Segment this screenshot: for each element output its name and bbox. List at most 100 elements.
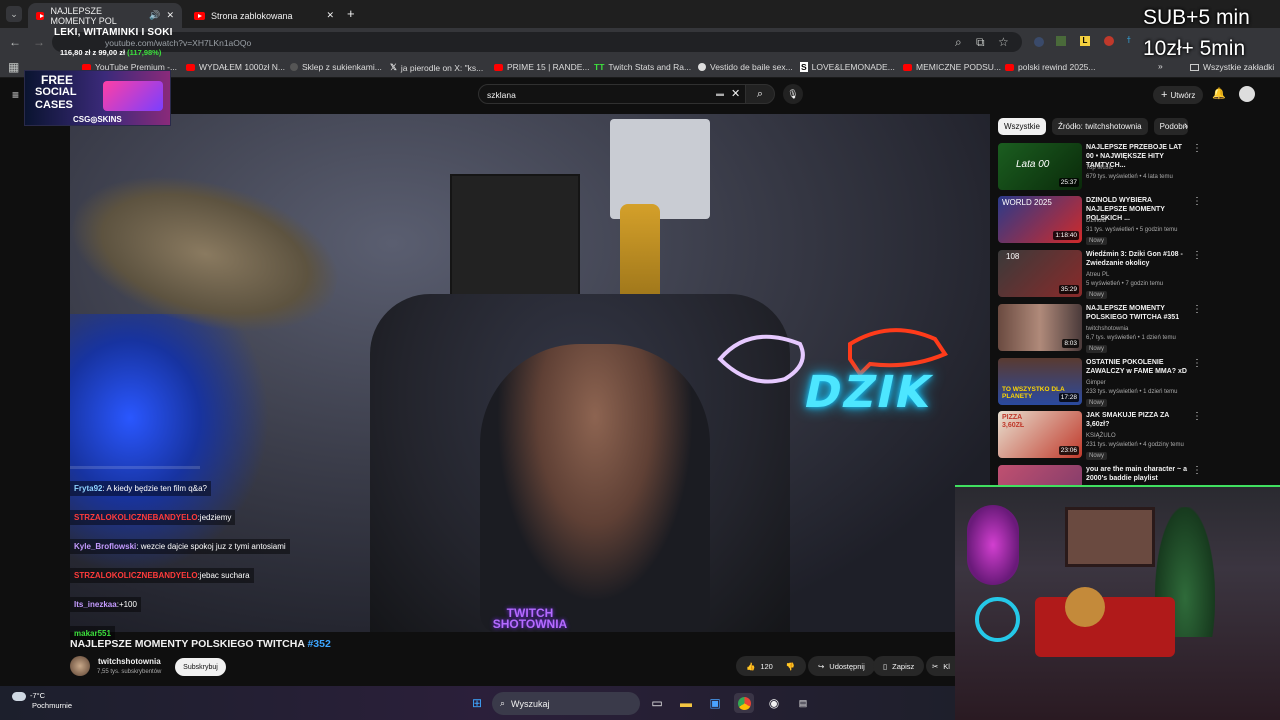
recommendation-item[interactable]: 108 35:29 Wiedźmin 3: Dziki Gon #108 - Zw… bbox=[998, 250, 1202, 304]
weather-widget[interactable]: -7°C Pochmurnie bbox=[12, 691, 72, 711]
video-title[interactable]: you are the main character ~ a 2000's ba… bbox=[1086, 465, 1190, 483]
recommendation-item[interactable]: 8:03 NAJLEPSZE MOMENTY POLSKIEGO TWITCHA… bbox=[998, 304, 1202, 358]
avatar[interactable] bbox=[1239, 86, 1255, 102]
url-text[interactable]: youtube.com/watch?v=XH7LKn1aOQo bbox=[105, 38, 251, 48]
more-options-icon[interactable]: ⋮ bbox=[1192, 411, 1202, 422]
store-icon[interactable]: ▣ bbox=[705, 693, 725, 713]
bookmark-item[interactable]: 𝕏ja pierodle on X: "ks... bbox=[390, 62, 483, 73]
subscribe-button[interactable]: Subskrybuj bbox=[175, 658, 226, 676]
like-count[interactable]: 120 bbox=[760, 662, 773, 671]
hashtag-link[interactable]: #352 bbox=[307, 638, 330, 650]
bookmark-item[interactable]: S LOVE&LEMONADE... bbox=[800, 62, 895, 72]
video-thumbnail[interactable]: TO WSZYSTKO DLA PLANETY 17:28 bbox=[998, 358, 1082, 405]
bookmark-item[interactable]: polski rewind 2025... bbox=[1005, 62, 1096, 72]
menu-icon[interactable]: ≡ bbox=[12, 88, 19, 102]
extension-icon[interactable]: L bbox=[1080, 36, 1090, 46]
recommendation-item[interactable]: TO WSZYSTKO DLA PLANETY 17:28 OSTATNIE PO… bbox=[998, 358, 1202, 412]
video-thumbnail[interactable]: 108 35:29 bbox=[998, 250, 1082, 297]
chip-all[interactable]: Wszystkie bbox=[998, 118, 1046, 135]
more-options-icon[interactable]: ⋮ bbox=[1192, 465, 1198, 476]
save-button[interactable]: ▯ Zapisz bbox=[873, 656, 925, 676]
close-icon[interactable]: ✕ bbox=[166, 10, 174, 21]
more-options-icon[interactable]: ⋮ bbox=[1192, 196, 1202, 207]
channel-name[interactable]: Dzinold bbox=[1086, 218, 1106, 224]
tab-blocked[interactable]: Strona zablokowana ✕ bbox=[186, 3, 342, 28]
bookmark-item[interactable]: Sklep z sukienkami... bbox=[290, 62, 382, 72]
channel-name[interactable]: twitchshotownia bbox=[1086, 326, 1128, 332]
share-button[interactable]: ↪ Udostępnij bbox=[808, 656, 875, 676]
video-thumbnail[interactable]: Lata 00 25:37 bbox=[998, 143, 1082, 190]
video-thumbnail[interactable] bbox=[998, 465, 1082, 485]
extension-icon[interactable] bbox=[1104, 36, 1114, 46]
bookmark-item[interactable]: PRIME 15 | RANDE... bbox=[494, 62, 590, 72]
tt-icon: TT bbox=[594, 62, 605, 72]
bookmark-item[interactable]: MEMICZNE PODSU... bbox=[903, 62, 1001, 72]
browser-toolbar: ← → youtube.com/watch?v=XH7LKn1aOQo ⌕ ⧉ … bbox=[0, 28, 1280, 56]
video-title[interactable]: Wiedźmin 3: Dziki Gon #108 - Zwiedzanie … bbox=[1086, 250, 1190, 268]
forward-icon[interactable]: → bbox=[33, 35, 45, 49]
channel-name[interactable]: KSIĄŻULO bbox=[1086, 433, 1116, 439]
clear-search-icon[interactable]: ✕ bbox=[731, 87, 740, 100]
recommendation-item[interactable]: Lata 00 25:37 NAJLEPSZE PRZEBOJE LAT 00 •… bbox=[998, 143, 1202, 197]
recommendation-item[interactable]: WORLD 2025 1:18:40 DZINOLD WYBIERA NAJLEP… bbox=[998, 196, 1202, 250]
task-view-icon[interactable]: ▭ bbox=[647, 693, 667, 713]
terminal-icon[interactable]: ▤ bbox=[793, 693, 813, 713]
zoom-icon[interactable]: ⌕ bbox=[955, 35, 962, 50]
chip-source[interactable]: Źródło: twitchshotownia bbox=[1052, 118, 1148, 135]
keyboard-icon[interactable]: ▬ bbox=[716, 89, 724, 98]
voice-search-button[interactable]: 🎙 bbox=[783, 84, 803, 104]
more-options-icon[interactable]: ⋮ bbox=[1192, 358, 1202, 369]
speaker-icon[interactable]: 🔊 bbox=[149, 10, 160, 21]
like-icon[interactable]: 👍 bbox=[746, 662, 755, 671]
cast-icon[interactable]: ⧉ bbox=[976, 35, 985, 50]
tab-youtube[interactable]: NAJLEPSZE MOMENTY POL 🔊 ✕ bbox=[28, 3, 182, 28]
search-input[interactable]: szklana bbox=[478, 84, 746, 104]
video-title[interactable]: JAK SMAKUJE PIZZA ZA 3,60zł? bbox=[1086, 411, 1190, 429]
clip-button[interactable]: ✂ Kl bbox=[926, 656, 955, 676]
chevron-right-icon[interactable]: › bbox=[1184, 120, 1187, 131]
recommendation-item[interactable]: you are the main character ~ a 2000's ba… bbox=[998, 465, 1198, 485]
channel-name[interactable]: twitchshotownia bbox=[98, 657, 161, 666]
bookmark-item[interactable]: WYDAŁEM 1000zł N... bbox=[186, 62, 285, 72]
file-explorer-icon[interactable]: ▬ bbox=[676, 693, 696, 713]
chrome-icon[interactable] bbox=[734, 693, 754, 713]
create-button[interactable]: + Utwórz bbox=[1153, 86, 1204, 104]
obs-icon[interactable]: ◉ bbox=[764, 693, 784, 713]
close-icon[interactable]: ✕ bbox=[326, 10, 334, 21]
video-meta: 679 tys. wyświetleń • 4 lata temu bbox=[1086, 174, 1173, 180]
recommendation-item[interactable]: PIZZA 3,60ZŁ 23:06 JAK SMAKUJE PIZZA ZA 3… bbox=[998, 411, 1202, 465]
sub-goal-text: SUB+5 min 10zł+ 5min bbox=[1143, 6, 1250, 60]
tab-search-icon[interactable]: ⌄ bbox=[6, 6, 22, 22]
search-button[interactable]: ⌕ bbox=[745, 84, 775, 104]
bookmark-item[interactable]: Vestido de baile sex... bbox=[698, 62, 793, 72]
apps-icon[interactable]: ▦ bbox=[8, 60, 19, 74]
channel-name[interactable]: Gimper bbox=[1086, 380, 1106, 386]
channel-name[interactable]: Top Music bbox=[1086, 165, 1113, 171]
extension-icon[interactable]: ϯ bbox=[1127, 35, 1131, 45]
dislike-icon[interactable]: 👎 bbox=[786, 662, 795, 671]
more-options-icon[interactable]: ⋮ bbox=[1192, 143, 1202, 154]
like-dislike-group: 👍 120 👎 bbox=[736, 656, 806, 676]
extension-icon[interactable] bbox=[1056, 36, 1066, 46]
video-thumbnail[interactable]: 8:03 bbox=[998, 304, 1082, 351]
more-options-icon[interactable]: ⋮ bbox=[1192, 304, 1202, 315]
channel-name[interactable]: Atreu PL bbox=[1086, 272, 1109, 278]
back-icon[interactable]: ← bbox=[9, 35, 21, 49]
video-thumbnail[interactable]: WORLD 2025 1:18:40 bbox=[998, 196, 1082, 243]
taskbar-search[interactable]: ⌕ Wyszukaj bbox=[492, 692, 640, 715]
folder-icon bbox=[1190, 63, 1199, 71]
extension-icon[interactable] bbox=[1034, 37, 1044, 47]
video-title[interactable]: NAJLEPSZE MOMENTY POLSKIEGO TWITCHA #351 bbox=[1086, 304, 1190, 322]
video-thumbnail[interactable]: PIZZA 3,60ZŁ 23:06 bbox=[998, 411, 1082, 458]
start-button[interactable]: ⊞ bbox=[467, 693, 487, 713]
new-tab-button[interactable]: + bbox=[347, 6, 355, 21]
more-options-icon[interactable]: ⋮ bbox=[1192, 250, 1202, 261]
bell-icon[interactable]: 🔔 bbox=[1212, 87, 1226, 100]
filter-chips: Wszystkie Źródło: twitchshotownia Podobn… bbox=[998, 118, 1188, 135]
bookmark-item[interactable]: TT Twitch Stats and Ra... bbox=[594, 62, 691, 72]
channel-avatar[interactable] bbox=[70, 656, 90, 676]
chip-similar[interactable]: Podobne bbox=[1153, 118, 1188, 135]
sponsor-banner: FREE SOCIAL CASES CSG◎SKINS bbox=[24, 70, 171, 126]
video-title[interactable]: OSTATNIE POKOLENIE ZAWALCZY w FAME MMA? … bbox=[1086, 358, 1190, 376]
star-icon[interactable]: ☆ bbox=[998, 35, 1009, 49]
